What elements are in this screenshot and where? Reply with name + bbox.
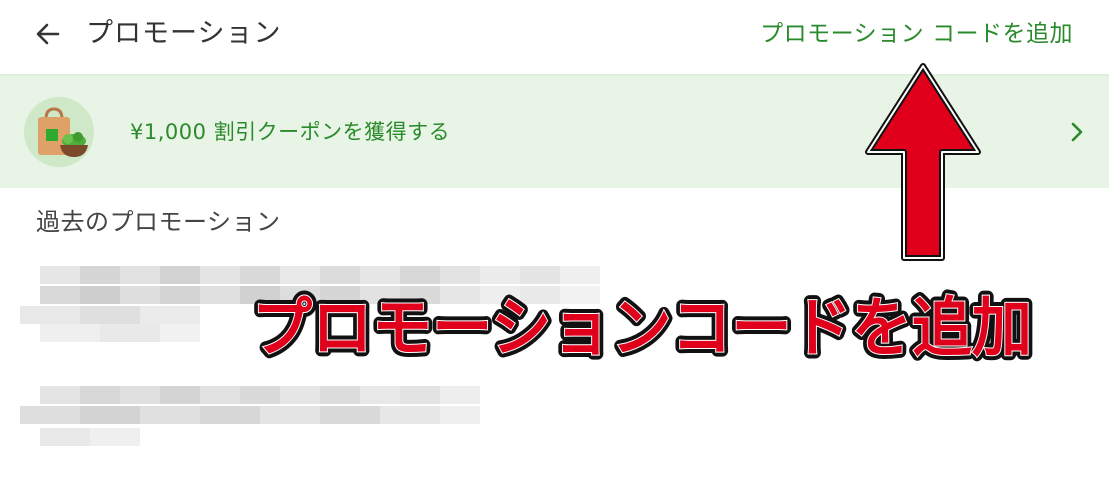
redacted-text bbox=[40, 324, 200, 342]
redacted-text bbox=[20, 406, 480, 424]
redacted-text bbox=[40, 428, 140, 446]
arrow-up-icon bbox=[865, 63, 981, 261]
add-promo-code-link[interactable]: プロモーション コードを追加 bbox=[760, 14, 1073, 54]
shopping-bag-salad-icon bbox=[24, 97, 94, 167]
past-promotions-heading: 過去のプロモーション bbox=[36, 208, 281, 236]
arrow-left-icon bbox=[36, 23, 60, 45]
coupon-banner-text: ¥1,000 割引クーポンを獲得する bbox=[130, 120, 451, 144]
redacted-text bbox=[40, 266, 600, 284]
annotation-label: プロモーションコードを追加 プロモーションコードを追加 bbox=[252, 288, 1037, 368]
chevron-right-icon bbox=[1071, 122, 1083, 142]
annotation-label-fill: プロモーションコードを追加 bbox=[252, 292, 1032, 366]
back-button[interactable] bbox=[28, 14, 68, 54]
redacted-text bbox=[40, 386, 480, 404]
promotions-screen: プロモーション プロモーション コードを追加 ¥1,000 割引クーポンを獲得す… bbox=[0, 0, 1109, 500]
redacted-text bbox=[20, 306, 200, 324]
page-title: プロモーション bbox=[86, 18, 282, 49]
